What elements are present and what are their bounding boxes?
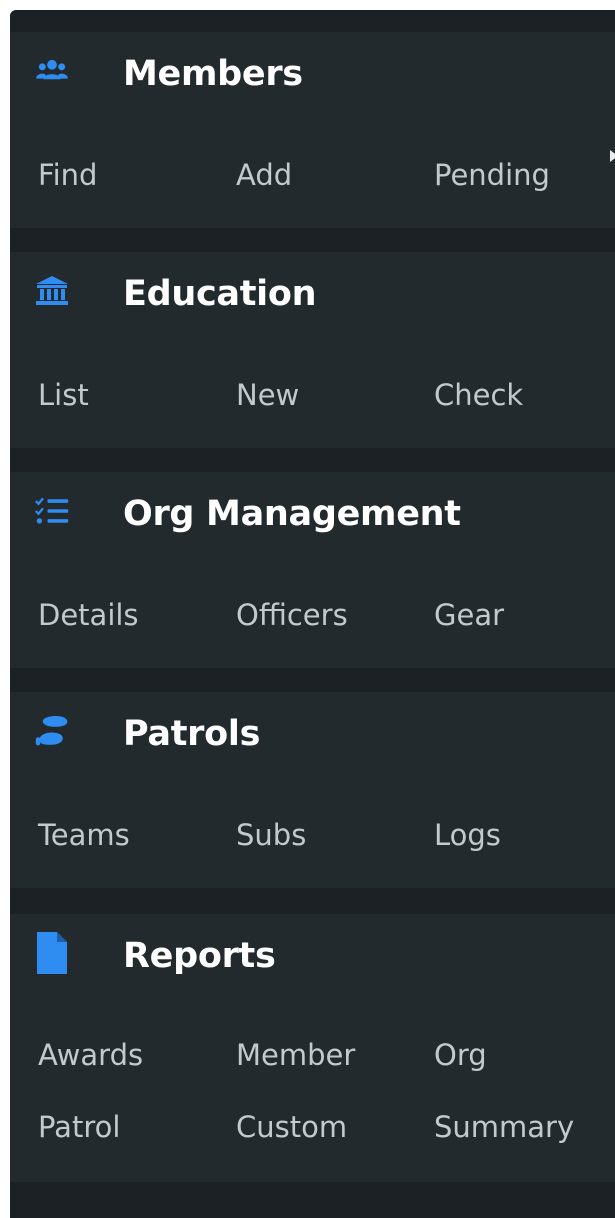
- members-add-link[interactable]: Add: [236, 161, 292, 190]
- org-management-card: Org Management Details Officers Gear: [10, 472, 615, 668]
- users-icon: [34, 53, 70, 89]
- patrols-header[interactable]: Patrols: [10, 692, 615, 762]
- section-title-reports: Reports: [123, 936, 276, 976]
- reports-card: Reports Awards Member Org Patrol Custom …: [10, 914, 615, 1182]
- reports-custom-link[interactable]: Custom: [236, 1113, 347, 1142]
- members-header[interactable]: Members: [10, 32, 615, 102]
- file-icon: [34, 932, 70, 974]
- reports-patrol-link[interactable]: Patrol: [38, 1113, 120, 1142]
- reports-summary-link[interactable]: Summary: [434, 1113, 574, 1142]
- patrols-subs-link[interactable]: Subs: [236, 821, 306, 850]
- org-details-link[interactable]: Details: [38, 601, 139, 630]
- mouse-pointer-icon: [610, 150, 615, 162]
- reports-header[interactable]: Reports: [10, 914, 615, 984]
- patrols-card: Patrols Teams Subs Logs: [10, 692, 615, 888]
- tasks-list-icon: [34, 493, 70, 529]
- reports-org-link[interactable]: Org: [434, 1041, 487, 1070]
- section-title-members: Members: [123, 54, 303, 94]
- section-title-education: Education: [123, 274, 317, 314]
- org-gear-link[interactable]: Gear: [434, 601, 504, 630]
- org-management-header[interactable]: Org Management: [10, 472, 615, 542]
- education-card: Education List New Check: [10, 252, 615, 448]
- navigation-panel: Members Find Add Pending Education List: [10, 10, 615, 1218]
- members-pending-link[interactable]: Pending: [434, 161, 550, 190]
- reports-awards-link[interactable]: Awards: [38, 1041, 143, 1070]
- education-header[interactable]: Education: [10, 252, 615, 322]
- org-officers-link[interactable]: Officers: [236, 601, 348, 630]
- patrols-logs-link[interactable]: Logs: [434, 821, 501, 850]
- education-new-link[interactable]: New: [236, 381, 299, 410]
- education-check-link[interactable]: Check: [434, 381, 523, 410]
- members-card: Members Find Add Pending: [10, 32, 615, 228]
- section-title-patrols: Patrols: [123, 714, 261, 754]
- footprints-icon: [34, 713, 70, 749]
- reports-member-link[interactable]: Member: [236, 1041, 355, 1070]
- education-list-link[interactable]: List: [38, 381, 89, 410]
- section-title-org-management: Org Management: [123, 494, 461, 534]
- institution-icon: [34, 273, 70, 309]
- members-find-link[interactable]: Find: [38, 161, 97, 190]
- patrols-teams-link[interactable]: Teams: [38, 821, 130, 850]
